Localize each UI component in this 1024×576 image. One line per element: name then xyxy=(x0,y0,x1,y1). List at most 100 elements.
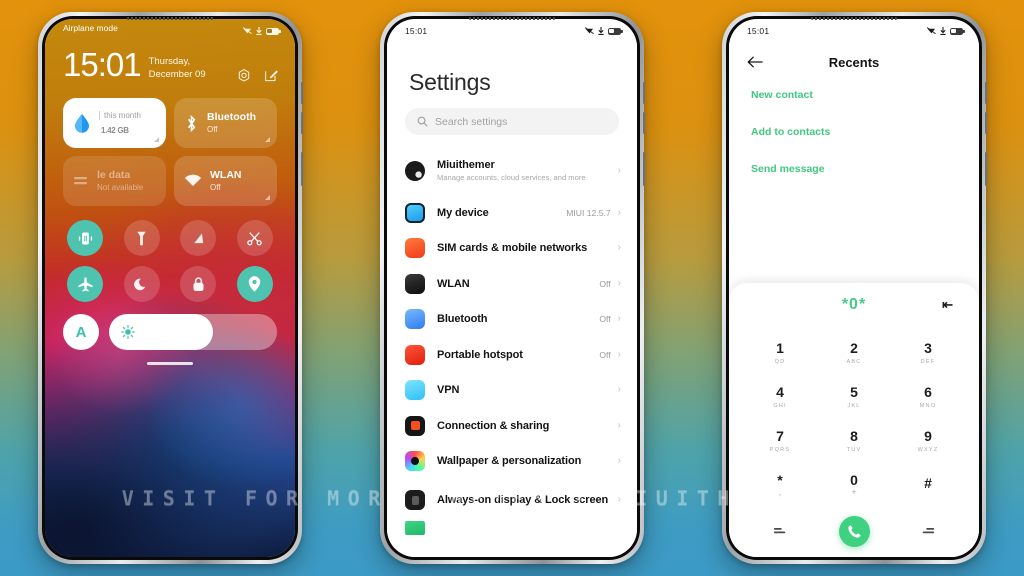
dial-key-digit: 4 xyxy=(776,384,784,401)
chevron-right-icon: › xyxy=(617,165,621,176)
toggle-vibrate[interactable] xyxy=(67,220,104,256)
volume-up-button[interactable] xyxy=(985,82,987,104)
tile-mobile-data[interactable]: le data Not available xyxy=(63,156,166,206)
volume-up-button[interactable] xyxy=(301,82,303,104)
search-input[interactable]: Search settings xyxy=(405,108,619,135)
settings-row-portable-hotspot[interactable]: Portable hotspot Off › xyxy=(387,337,637,373)
keypad-hide-icon[interactable] xyxy=(921,526,935,537)
chevron-right-icon: › xyxy=(617,348,621,360)
settings-row-value: MIUI 12.5.7 xyxy=(566,207,611,218)
dial-key-9[interactable]: 9 WXYZ xyxy=(891,419,965,463)
settings-row-bluetooth[interactable]: Bluetooth Off › xyxy=(387,302,637,338)
volume-down-button[interactable] xyxy=(643,112,645,134)
power-button[interactable] xyxy=(985,152,987,186)
dial-key-digit: 8 xyxy=(850,428,858,445)
earpiece-grille xyxy=(811,17,897,20)
dial-key-hash[interactable]: # xyxy=(891,463,965,507)
tile-data-usage[interactable]: this month 1.42 GB xyxy=(63,98,166,148)
toggle-airplane-mode[interactable] xyxy=(67,266,104,302)
settings-row-text: Connection & sharing xyxy=(437,420,618,432)
tile-bluetooth[interactable]: Bluetooth Off xyxy=(174,98,277,148)
chevron-right-icon: › xyxy=(617,242,621,254)
settings-row-vpn[interactable]: VPN › xyxy=(387,373,637,409)
settings-row-text: Wallpaper & personalization xyxy=(437,455,618,467)
action-send-message[interactable]: Send message xyxy=(751,163,979,175)
settings-row-title: Portable hotspot xyxy=(437,348,523,361)
settings-row-miuithemer[interactable]: Miuithemer Manage accounts, cloud servic… xyxy=(387,147,637,195)
dial-key-5[interactable]: 5 JKL xyxy=(817,375,891,419)
dial-key-star[interactable]: *, xyxy=(743,463,817,507)
settings-row-connection-sharing[interactable]: Connection & sharing › xyxy=(387,408,637,444)
data-usage-number: 1.42 xyxy=(101,125,116,135)
volume-down-button[interactable] xyxy=(301,112,303,134)
tile-wlan-sub: Off xyxy=(210,183,221,193)
camera-icon[interactable] xyxy=(236,68,252,84)
phone-lockscreen: Airplane mode 15:01 Thursday, December 0… xyxy=(38,12,303,564)
settings-row-wlan[interactable]: WLAN Off › xyxy=(387,266,637,302)
dialer-bottom-row xyxy=(729,507,979,555)
dial-key-2[interactable]: 2 ABC xyxy=(817,331,891,375)
battery-icon xyxy=(950,27,965,35)
data-usage-text: this month 1.42 GB xyxy=(99,110,141,136)
dial-key-7[interactable]: 7 PQRS xyxy=(743,419,817,463)
settings-row-title: WLAN xyxy=(437,277,470,290)
settings-row-title: Miuithemer xyxy=(437,159,495,172)
dial-key-0[interactable]: 0 + xyxy=(817,463,891,507)
download-icon xyxy=(598,27,604,35)
settings-row-wallpaper[interactable]: Wallpaper & personalization › xyxy=(387,444,637,480)
settings-row-title: Wallpaper & personalization xyxy=(437,455,582,468)
dial-key-letters: JKL xyxy=(847,402,861,409)
aod-icon xyxy=(405,490,425,510)
settings-row-title: Bluetooth xyxy=(437,313,488,326)
dial-key-digit: 1 xyxy=(776,340,784,357)
tile-mobile-data-text: le data Not available xyxy=(97,169,143,192)
settings-row-my-device[interactable]: My device MIUI 12.5.7 › xyxy=(387,195,637,231)
settings-row-sim-cards[interactable]: SIM cards & mobile networks › xyxy=(387,231,637,267)
dial-key-1[interactable]: 1 QD xyxy=(743,331,817,375)
auto-brightness-button[interactable]: A xyxy=(63,314,99,350)
power-button[interactable] xyxy=(643,152,645,186)
wifi-icon xyxy=(184,174,202,187)
dialer-input[interactable]: *0* ⇤ xyxy=(729,283,979,327)
dialer-panel: *0* ⇤ 1 QD 2 ABC 3 DEF 4 GHI 5 JKL 6 MNO 7 PQRS… xyxy=(729,283,979,557)
toggle-lock-screen[interactable] xyxy=(180,266,217,302)
status-time: 15:01 xyxy=(747,26,770,36)
toggle-dark-mode[interactable] xyxy=(123,266,160,302)
tile-wlan[interactable]: WLAN Off xyxy=(174,156,277,206)
power-button[interactable] xyxy=(301,152,303,186)
call-button[interactable] xyxy=(838,515,870,547)
data-usage-value: 1.42 GB xyxy=(99,120,141,136)
volume-up-button[interactable] xyxy=(643,82,645,104)
dial-key-digit: 6 xyxy=(924,384,932,401)
brightness-slider[interactable] xyxy=(109,314,277,350)
dial-key-4[interactable]: 4 GHI xyxy=(743,375,817,419)
backspace-icon[interactable]: ⇤ xyxy=(942,297,953,313)
tile-resize-corner xyxy=(265,137,270,142)
volume-down-button[interactable] xyxy=(985,112,987,134)
dialed-number: *0* xyxy=(841,296,867,313)
keypad-hide-icon[interactable] xyxy=(773,526,787,537)
toggle-flashlight[interactable] xyxy=(123,220,160,256)
wallpaper-icon xyxy=(405,451,425,472)
home-indicator[interactable] xyxy=(147,362,193,365)
dial-key-8[interactable]: 8 TUV xyxy=(817,419,891,463)
recents-header: Recents xyxy=(729,41,979,73)
dial-key-digit: * xyxy=(777,472,783,488)
page-title: Settings xyxy=(409,69,491,95)
dial-key-letters: ABC xyxy=(846,358,862,365)
action-new-contact[interactable]: New contact xyxy=(751,89,979,101)
edit-icon[interactable] xyxy=(263,68,279,84)
settings-row-aod-lock-screen[interactable]: Always-on display & Lock screen › xyxy=(387,479,637,521)
settings-row-partial[interactable] xyxy=(387,521,637,535)
toggle-screenshot[interactable] xyxy=(236,220,273,256)
tile-wlan-text: WLAN Off xyxy=(210,169,242,192)
toggle-screen-record[interactable] xyxy=(180,220,217,256)
dial-key-6[interactable]: 6 MNO xyxy=(891,375,965,419)
action-add-to-contacts[interactable]: Add to contacts xyxy=(751,126,979,138)
dial-key-3[interactable]: 3 DEF xyxy=(891,331,965,375)
page-title: Recents xyxy=(828,54,880,70)
tile-bluetooth-text: Bluetooth Off xyxy=(207,111,256,134)
toggle-location[interactable] xyxy=(236,266,273,302)
dial-key-digit: 7 xyxy=(776,428,784,445)
airplane-icon xyxy=(78,276,93,291)
